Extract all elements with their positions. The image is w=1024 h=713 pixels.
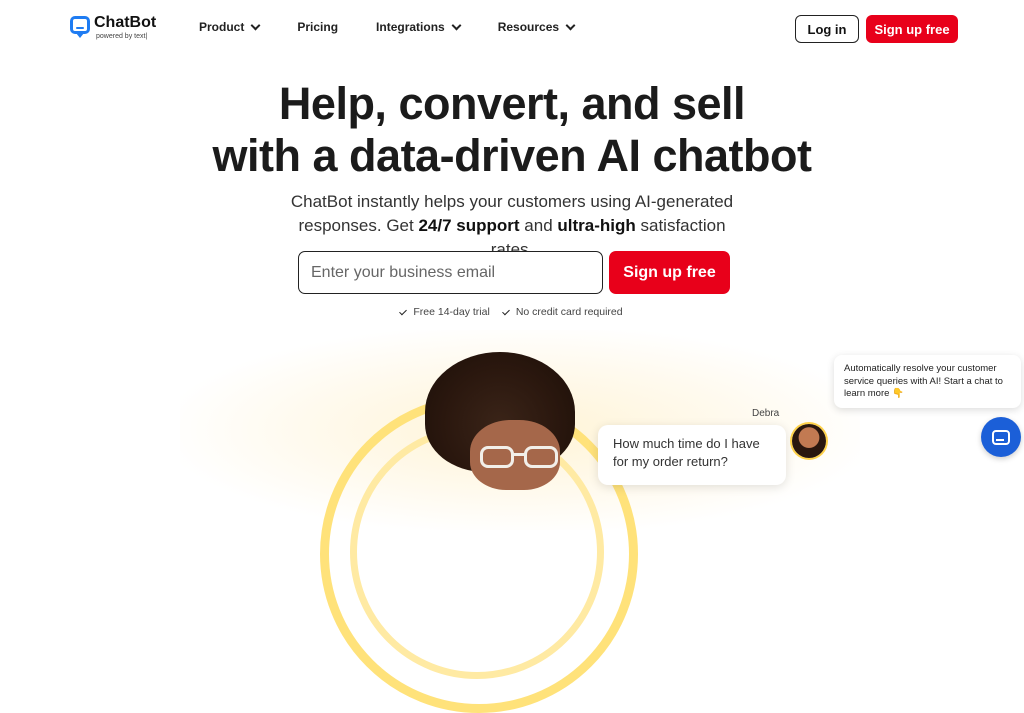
nav-item-pricing[interactable]: Pricing — [297, 20, 338, 34]
perk-item: No credit card required — [501, 306, 623, 318]
headline-line-2: with a data-driven AI chatbot — [212, 130, 812, 181]
nav-item-integrations[interactable]: Integrations — [376, 20, 462, 34]
chat-message-bubble: How much time do I have for my order ret… — [598, 425, 786, 485]
hero-headline: Help, convert, and sell with a data-driv… — [0, 78, 1024, 182]
nav-item-label: Pricing — [297, 20, 339, 34]
nav-menu: Product Pricing Integrations Resources — [199, 20, 612, 34]
logo-subtitle: powered by text| — [96, 33, 148, 40]
chat-logo-icon — [70, 16, 90, 38]
perks-list: Free 14-day trial No credit card require… — [0, 306, 1024, 318]
nav-item-label: Product — [199, 20, 245, 34]
logo-name: ChatBot — [94, 14, 157, 31]
nav-item-product[interactable]: Product — [199, 20, 261, 34]
nav-item-label: Integrations — [376, 20, 445, 34]
signup-button-hero[interactable]: Sign up free — [609, 251, 730, 294]
email-input[interactable] — [298, 251, 603, 294]
check-icon — [501, 307, 510, 315]
nav-item-resources[interactable]: Resources — [497, 20, 576, 34]
chat-icon — [992, 429, 1010, 445]
chevron-down-icon — [250, 20, 261, 31]
chat-promo-popup[interactable]: Automatically resolve your customer serv… — [834, 355, 1021, 408]
subtext-bold-2: ultra-high — [557, 216, 636, 235]
login-button[interactable]: Log in — [795, 15, 859, 43]
subtext-bold-1: 24/7 support — [418, 216, 520, 235]
chat-launcher-button[interactable] — [981, 417, 1021, 457]
logo-text: ChatBot powered by text| — [94, 14, 156, 41]
headline-line-1: Help, convert, and sell — [278, 78, 746, 129]
chat-sender-name: Debra — [752, 408, 780, 419]
perk-label: No credit card required — [515, 306, 623, 318]
nav-item-label: Resources — [497, 20, 560, 34]
chatbot-logo[interactable]: ChatBot powered by text| — [70, 14, 156, 41]
perk-label: Free 14-day trial — [413, 306, 490, 318]
top-nav: ChatBot powered by text| Product Pricing… — [0, 0, 1024, 58]
subtext-part-2: and — [519, 216, 558, 235]
signup-button-nav[interactable]: Sign up free — [866, 15, 958, 43]
chevron-down-icon — [565, 20, 576, 31]
perk-item: Free 14-day trial — [399, 306, 490, 318]
avatar — [792, 424, 826, 458]
chevron-down-icon — [451, 20, 462, 31]
check-icon — [399, 307, 408, 315]
